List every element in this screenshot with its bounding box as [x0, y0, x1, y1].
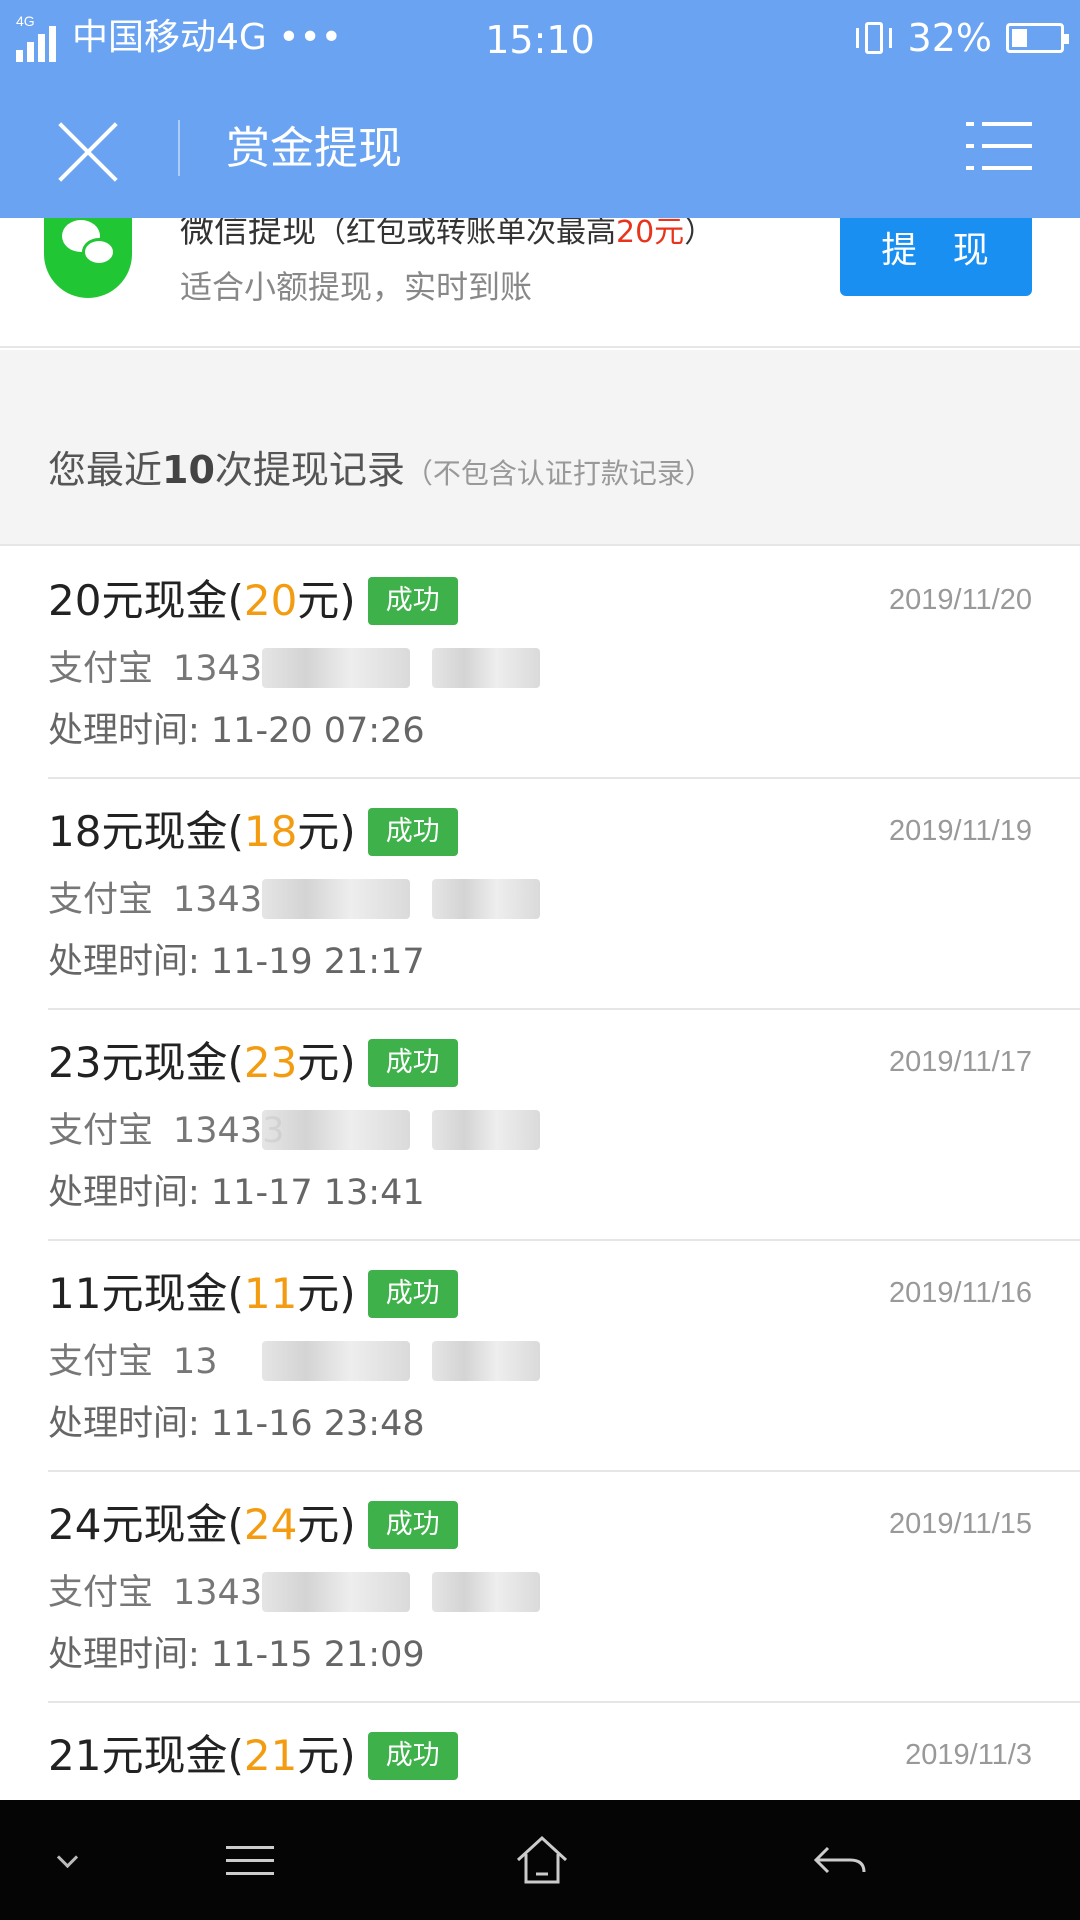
- record-date: 2019/11/3: [905, 1739, 1032, 1771]
- menu-icon[interactable]: [222, 1830, 282, 1890]
- record-title: 23元现金(23 元) 成功: [48, 1034, 458, 1092]
- record-item[interactable]: 11元现金(11 元) 成功 2019/11/16 支付宝 13 处理时间: 11-16 2…: [0, 1241, 1080, 1472]
- processing-time: 处理时间: 11-16 23:48: [48, 1404, 425, 1444]
- vibrate-icon: [854, 18, 894, 58]
- processing-time: 处理时间: 11-15 21:09: [48, 1635, 425, 1675]
- record-amount: 18: [243, 807, 298, 856]
- records-count: 10: [162, 448, 215, 492]
- page-title: 赏金提现: [226, 123, 402, 174]
- redacted-account: [262, 1341, 410, 1381]
- system-nav-bar: [0, 1800, 1080, 1920]
- record-item[interactable]: 20元现金(20 元) 成功 2019/11/20 支付宝 1343 处理时间: 11-20…: [0, 548, 1080, 779]
- status-bar: 4G 中国移动4G ••• 15:10 32%: [0, 0, 1080, 80]
- payment-method: 支付宝: [48, 1342, 154, 1382]
- wechat-withdraw-option: 微信提现（红包或转账单次最高20元） 适合小额提现，实时到账 提 现: [0, 218, 1080, 348]
- processing-time: 处理时间: 11-19 21:17: [48, 942, 425, 982]
- app-header: 赏金提现: [0, 80, 1080, 218]
- record-account: 支付宝 13433: [48, 1106, 284, 1156]
- withdraw-button[interactable]: 提 现: [840, 218, 1032, 296]
- record-item[interactable]: 24元现金(24 元) 成功 2019/11/15 支付宝 1343 处理时间: 11-15…: [0, 1472, 1080, 1703]
- record-title: 20元现金(20 元) 成功: [48, 572, 458, 630]
- records-heading: 您最近10次提现记录（不包含认证打款记录）: [48, 448, 713, 492]
- record-date: 2019/11/15: [889, 1508, 1032, 1540]
- status-badge: 成功: [367, 1732, 458, 1780]
- redacted-name: [432, 879, 540, 919]
- record-account: 支付宝 1343: [48, 875, 262, 925]
- record-amount: 21: [243, 1731, 298, 1780]
- record-account: 支付宝 1343: [48, 1568, 262, 1618]
- wechat-icon: [44, 218, 132, 298]
- record-date: 2019/11/17: [889, 1046, 1032, 1078]
- records-section-header: 您最近10次提现记录（不包含认证打款记录）: [0, 350, 1080, 546]
- record-title: 21元现金(21 元) 成功: [48, 1727, 458, 1785]
- wechat-limit: 20元: [616, 218, 685, 250]
- redacted-name: [432, 1341, 540, 1381]
- status-badge: 成功: [367, 1039, 458, 1087]
- redacted-account: [262, 648, 410, 688]
- redacted-name: [432, 648, 540, 688]
- record-title: 24元现金(24 元) 成功: [48, 1496, 458, 1554]
- home-icon[interactable]: [512, 1830, 572, 1890]
- record-item[interactable]: 23元现金(23 元) 成功 2019/11/17 支付宝 13433 处理时间: 11-1…: [0, 1010, 1080, 1241]
- status-badge: 成功: [367, 808, 458, 856]
- wechat-title-note: （红包或转账单次最高20元）: [316, 218, 714, 250]
- account-number: 1343: [173, 1573, 263, 1613]
- status-badge: 成功: [367, 577, 458, 625]
- status-right: 32%: [854, 14, 1069, 62]
- chevron-down-icon[interactable]: [40, 1830, 100, 1890]
- record-date: 2019/11/16: [889, 1277, 1032, 1309]
- redacted-account: [262, 1110, 410, 1150]
- record-date: 2019/11/19: [889, 815, 1032, 847]
- status-badge: 成功: [367, 1270, 458, 1318]
- record-amount: 20: [243, 576, 298, 625]
- redacted-name: [432, 1110, 540, 1150]
- record-amount: 11: [243, 1269, 298, 1318]
- record-amount: 23: [243, 1038, 298, 1087]
- redacted-account: [262, 879, 410, 919]
- account-number: 1343: [173, 880, 263, 920]
- wechat-title-main: 微信提现: [180, 218, 316, 251]
- back-icon[interactable]: [810, 1830, 870, 1890]
- payment-method: 支付宝: [48, 1573, 154, 1613]
- record-account: 支付宝 13: [48, 1337, 218, 1387]
- redacted-account: [262, 1572, 410, 1612]
- record-account: 支付宝 1343: [48, 644, 262, 694]
- record-item[interactable]: 18元现金(18 元) 成功 2019/11/19 支付宝 1343 处理时间: 11-19…: [0, 779, 1080, 1010]
- battery-icon: [1006, 23, 1069, 53]
- record-date: 2019/11/20: [889, 584, 1032, 616]
- withdraw-records-list: 20元现金(20 元) 成功 2019/11/20 支付宝 1343 处理时间: 11-20…: [0, 548, 1080, 1920]
- payment-method: 支付宝: [48, 880, 154, 920]
- records-note: （不包含认证打款记录）: [404, 457, 713, 490]
- payment-method: 支付宝: [48, 1111, 154, 1151]
- record-title: 11元现金(11 元) 成功: [48, 1265, 458, 1323]
- account-number: 1343: [173, 649, 263, 689]
- account-number: 13: [173, 1342, 218, 1382]
- payment-method: 支付宝: [48, 649, 154, 689]
- wechat-title: 微信提现（红包或转账单次最高20元）: [180, 218, 714, 258]
- processing-time: 处理时间: 11-20 07:26: [48, 711, 425, 751]
- header-divider: [178, 120, 180, 176]
- processing-time: 处理时间: 11-17 13:41: [48, 1173, 425, 1213]
- record-title: 18元现金(18 元) 成功: [48, 803, 458, 861]
- close-icon[interactable]: [50, 110, 126, 186]
- status-badge: 成功: [367, 1501, 458, 1549]
- battery-percent: 32%: [907, 16, 992, 60]
- wechat-description: 适合小额提现，实时到账: [180, 268, 533, 306]
- redacted-name: [432, 1572, 540, 1612]
- menu-icon[interactable]: [966, 120, 1032, 172]
- record-amount: 24: [243, 1500, 298, 1549]
